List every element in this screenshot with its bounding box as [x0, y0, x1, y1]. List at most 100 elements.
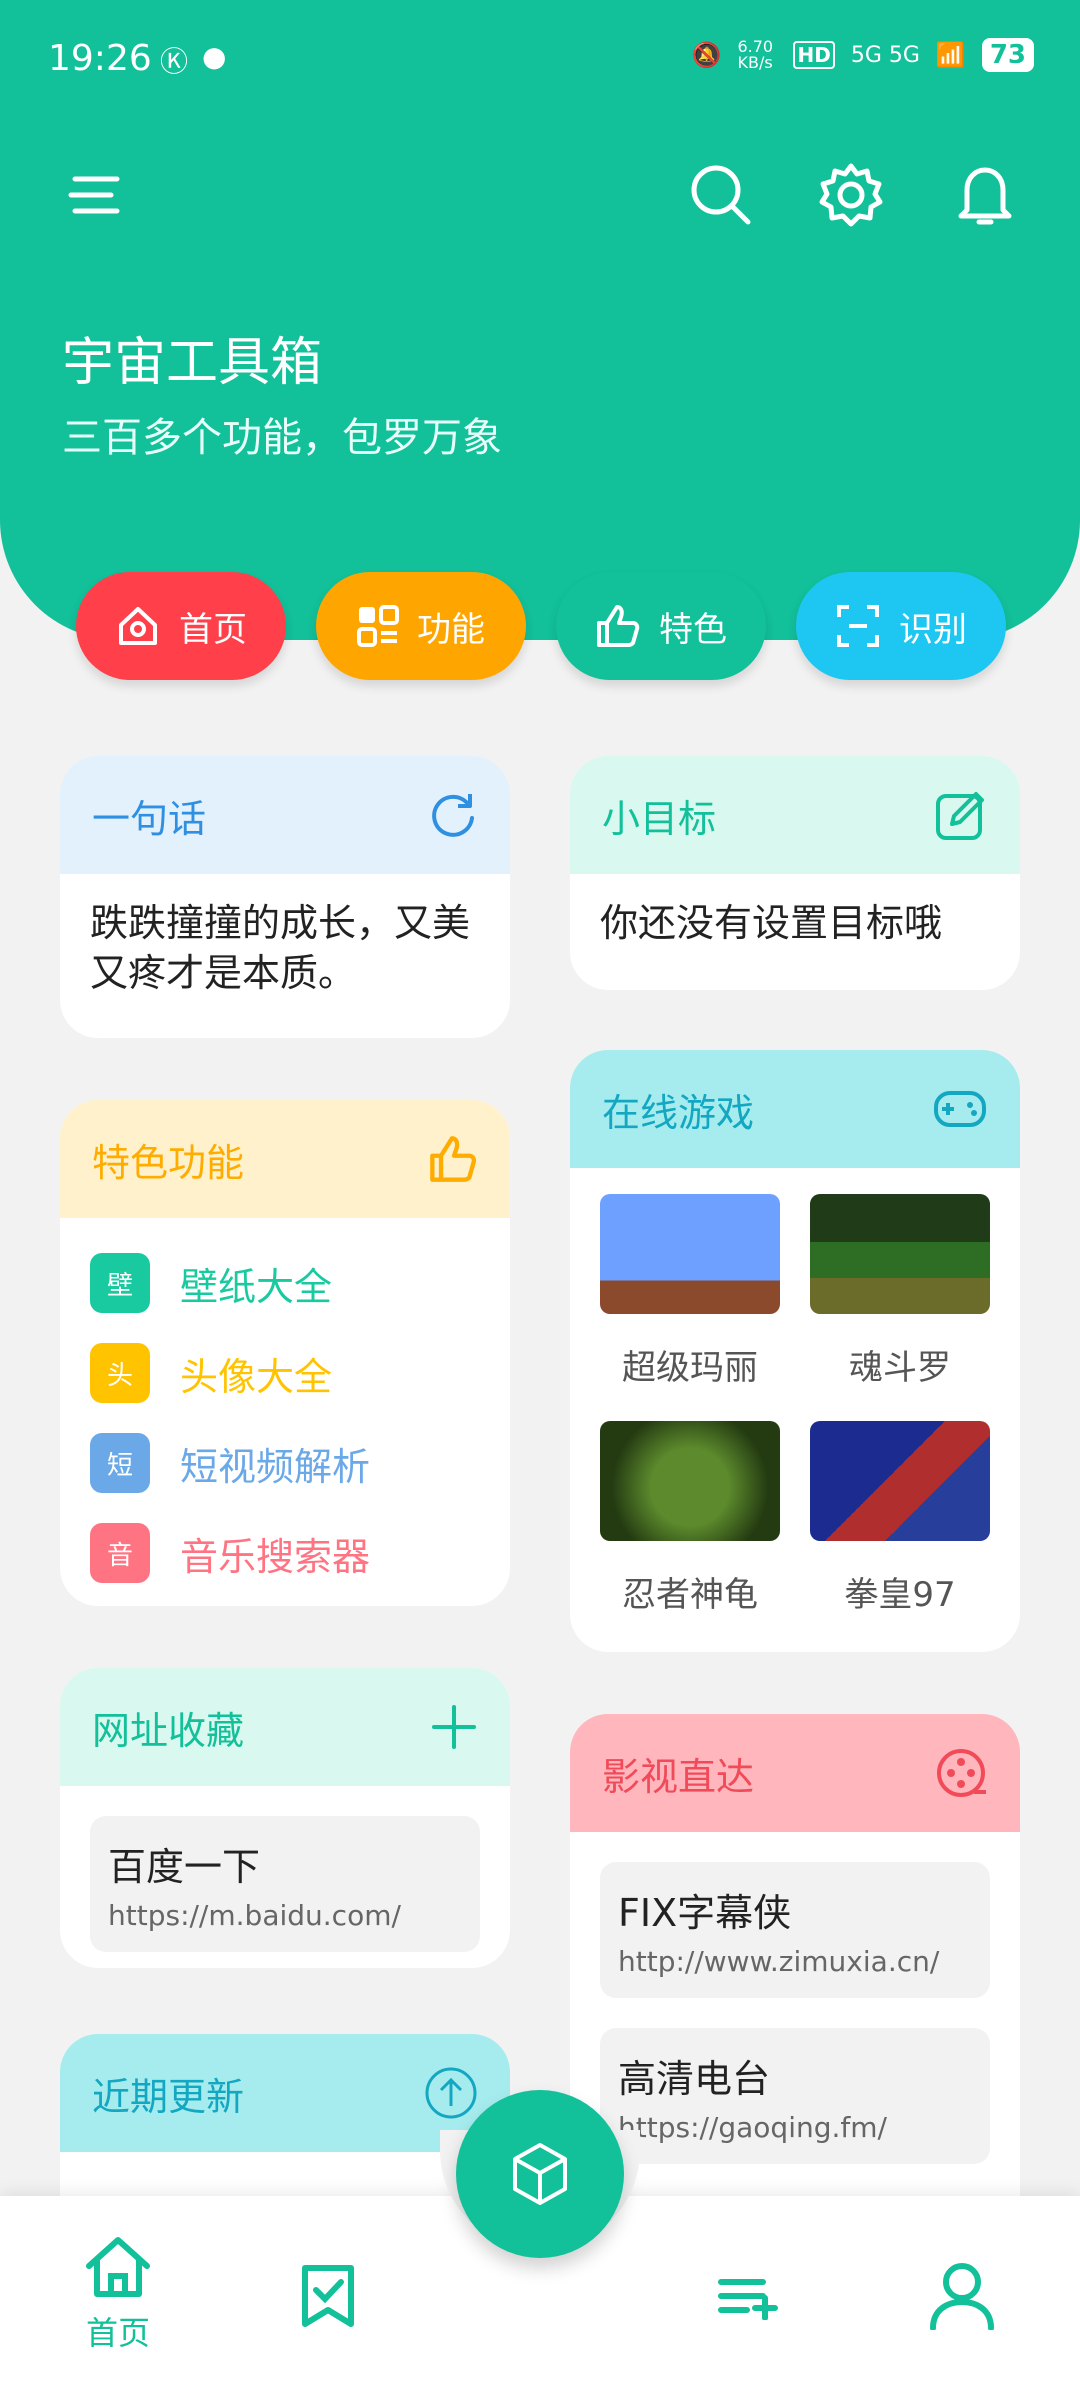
features-card-header: 特色功能: [60, 1100, 510, 1218]
quote-text: 跌跌撞撞的成长，又美又疼才是本质。: [90, 901, 471, 995]
feature-music-search[interactable]: 音 音乐搜索器: [90, 1508, 480, 1598]
edit-icon[interactable]: [934, 788, 988, 842]
pill-features-label: 功能: [417, 609, 485, 650]
game-name: 忍者神龟: [622, 1575, 758, 1615]
search-icon[interactable]: [676, 150, 766, 240]
game-item-contra[interactable]: 魂斗罗: [810, 1194, 990, 1421]
quote-card-title: 一句话: [92, 796, 207, 841]
pill-special[interactable]: 特色: [556, 572, 766, 680]
bell-icon[interactable]: [940, 150, 1030, 240]
bookmark-url: https://m.baidu.com/: [108, 1899, 401, 1932]
game-thumbnail: [810, 1194, 990, 1314]
bookmarks-card: 网址收藏 百度一下 https://m.baidu.com/: [60, 1668, 510, 1968]
game-thumbnail: [600, 1421, 780, 1541]
nav-home[interactable]: 首页: [58, 2236, 178, 2354]
goal-card-title: 小目标: [602, 796, 717, 841]
video-site-name: 高清电台: [618, 2057, 771, 2101]
bookmarks-card-title: 网址收藏: [92, 1708, 245, 1753]
gamepad-icon: [934, 1091, 986, 1127]
video-card-title: 影视直达: [602, 1754, 755, 1799]
video-site-name: FIX字幕侠: [618, 1891, 792, 1935]
video-site-url: http://www.zimuxia.cn/: [618, 1945, 940, 1978]
games-card-header: 在线游戏: [570, 1050, 1020, 1168]
feature-tag: 壁: [90, 1253, 150, 1313]
nav-home-label: 首页: [85, 2314, 150, 2352]
bookmark-item[interactable]: 百度一下 https://m.baidu.com/: [90, 1816, 480, 1952]
game-name: 拳皇97: [844, 1575, 956, 1615]
gear-icon[interactable]: [806, 150, 896, 240]
features-card-title: 特色功能: [92, 1140, 245, 1185]
game-item-tmnt[interactable]: 忍者神龟: [600, 1421, 780, 1648]
thumbs-up-icon: [597, 605, 640, 647]
feature-video-parse[interactable]: 短 短视频解析: [90, 1418, 480, 1508]
pill-home[interactable]: 首页: [76, 572, 286, 680]
feature-label: 短视频解析: [180, 1444, 371, 1489]
game-thumbnail: [600, 1194, 780, 1314]
wechat-icon: ●: [202, 40, 227, 73]
bookmark-check-icon: [302, 2265, 354, 2327]
arrow-up-circle-icon[interactable]: [424, 2066, 478, 2120]
scan-icon: [837, 605, 879, 647]
nav-playlist-add[interactable]: [690, 2276, 810, 2324]
goal-card[interactable]: 小目标 你还没有设置目标哦: [570, 756, 1020, 990]
feature-label: 音乐搜索器: [180, 1534, 371, 1579]
goal-text: 你还没有设置目标哦: [600, 901, 943, 945]
pill-scan-label: 识别: [899, 609, 967, 650]
game-item-kof97[interactable]: 拳皇97: [810, 1421, 990, 1648]
status-bar: 19:26 Ⓚ ● 🔕 6.70 KB/s HD 5G 5G 📶 73: [0, 0, 1080, 120]
film-reel-icon: [937, 1749, 986, 1797]
pill-home-label: 首页: [179, 609, 247, 650]
games-card-title: 在线游戏: [602, 1090, 755, 1135]
k-icon: Ⓚ: [160, 45, 189, 78]
nav-favorites[interactable]: [268, 2264, 388, 2332]
goal-card-header: 小目标: [570, 756, 1020, 874]
grid-icon: [357, 605, 399, 647]
quote-card[interactable]: 一句话 跌跌撞撞的成长，又美又疼才是本质。: [60, 756, 510, 1038]
net-speed: 6.70 KB/s: [737, 37, 774, 72]
signal-icon: 5G 5G: [850, 42, 920, 68]
wifi-icon: 📶: [935, 41, 966, 69]
features-card: 特色功能 壁 壁纸大全 头 头像大全 短 短视频解析 音 音乐搜索器: [60, 1100, 510, 1606]
game-name: 超级玛丽: [622, 1348, 758, 1388]
mute-icon: 🔕: [691, 41, 722, 69]
video-site-item[interactable]: FIX字幕侠 http://www.zimuxia.cn/: [600, 1862, 990, 1998]
feature-tag: 音: [90, 1523, 150, 1583]
status-time: 19:26: [48, 38, 152, 79]
battery-indicator: 73: [981, 38, 1034, 72]
feature-avatars[interactable]: 头 头像大全: [90, 1328, 480, 1418]
cube-icon: [513, 2143, 567, 2205]
feature-tag: 头: [90, 1343, 150, 1403]
pill-special-label: 特色: [659, 609, 727, 650]
refresh-icon[interactable]: [428, 790, 478, 840]
menu-icon[interactable]: [50, 150, 140, 240]
games-card: 在线游戏 超级玛丽 魂斗罗 忍者神龟 拳皇97: [570, 1050, 1020, 1652]
video-site-url: https://gaoqing.fm/: [618, 2111, 887, 2144]
updates-card-title: 近期更新: [92, 2074, 245, 2119]
feature-label: 壁纸大全: [180, 1264, 333, 1309]
game-name: 魂斗罗: [849, 1348, 951, 1388]
video-site-item[interactable]: 高清电台 https://gaoqing.fm/: [600, 2028, 990, 2164]
hd-icon: HD: [793, 41, 835, 69]
bookmark-name: 百度一下: [108, 1845, 261, 1889]
home-icon: [86, 2237, 150, 2297]
thumbs-up-icon: [430, 1136, 477, 1182]
game-thumbnail: [810, 1421, 990, 1541]
app-subtitle: 三百多个功能，包罗万象: [62, 415, 502, 461]
center-action-button[interactable]: [456, 2090, 624, 2258]
feature-wallpapers[interactable]: 壁 壁纸大全: [90, 1238, 480, 1328]
header-toolbar: [0, 150, 1080, 240]
feature-tag: 短: [90, 1433, 150, 1493]
game-item-mario[interactable]: 超级玛丽: [600, 1194, 780, 1421]
pill-scan[interactable]: 识别: [796, 572, 1006, 680]
feature-label: 头像大全: [180, 1354, 333, 1399]
home-icon: [119, 607, 157, 645]
app-title: 宇宙工具箱: [62, 333, 323, 393]
user-icon: [930, 2263, 994, 2331]
plus-icon[interactable]: [430, 1703, 478, 1751]
bookmarks-card-header: 网址收藏: [60, 1668, 510, 1786]
nav-profile[interactable]: [902, 2262, 1022, 2334]
playlist-add-icon: [718, 2279, 778, 2321]
quote-card-header: 一句话: [60, 756, 510, 874]
video-card-header: 影视直达: [570, 1714, 1020, 1832]
pill-features[interactable]: 功能: [316, 572, 526, 680]
